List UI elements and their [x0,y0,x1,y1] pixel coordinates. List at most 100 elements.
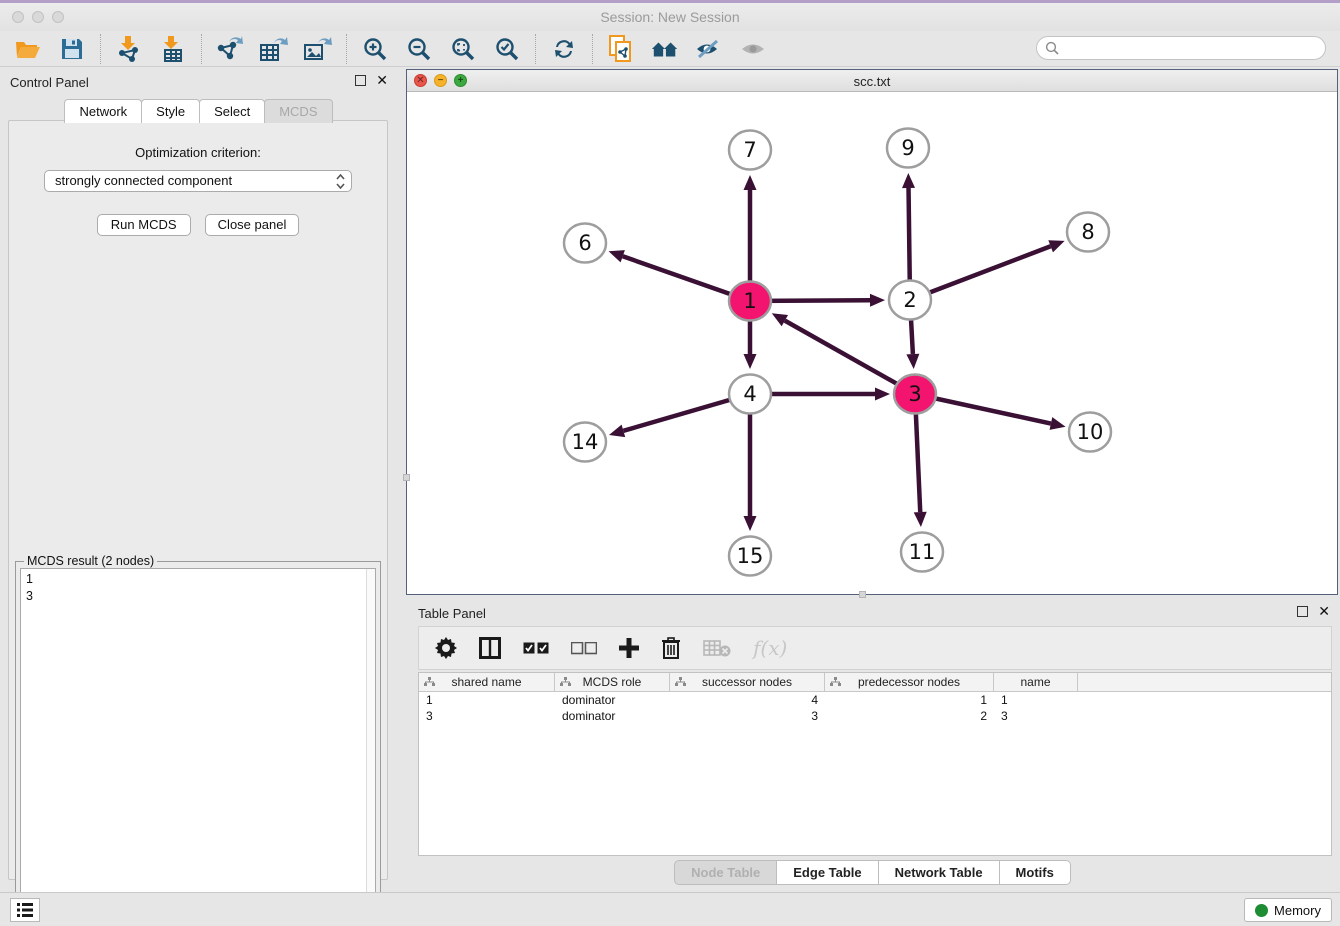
show-all-icon [739,35,767,63]
tab-style[interactable]: Style [141,99,200,123]
run-mcds-button[interactable]: Run MCDS [97,214,191,236]
graph-node-label-9: 9 [901,136,914,160]
tab-network-table[interactable]: Network Table [878,860,1000,885]
network-window-titlebar[interactable]: ✕ − + scc.txt [407,70,1337,92]
search-box[interactable] [1036,36,1326,60]
select-all-columns-icon[interactable] [523,642,549,655]
column-label: successor nodes [702,675,792,689]
tab-network[interactable]: Network [64,99,142,123]
window-resize-grip-bottom[interactable] [859,591,866,598]
cell[interactable]: 3 [419,708,555,724]
search-input[interactable] [1059,38,1325,58]
cell[interactable]: 4 [670,692,825,708]
control-panel-title: Control Panel [10,75,89,90]
save-session-icon[interactable] [58,35,86,63]
export-network-icon[interactable] [216,35,244,63]
export-table-icon[interactable] [260,35,288,63]
duplicate-network-icon[interactable] [607,35,635,63]
export-image-icon[interactable] [304,35,332,63]
cell[interactable]: 1 [994,692,1078,708]
edge-3-1[interactable] [785,321,915,394]
tab-edge-table[interactable]: Edge Table [776,860,878,885]
float-table-panel-icon[interactable] [1297,606,1308,617]
import-network-icon[interactable] [115,35,143,63]
column-header-MCDS-role[interactable]: MCDS role [555,673,670,691]
network-graph[interactable]: 7968124314101511 [407,92,1337,594]
zoom-fit-icon[interactable] [449,35,477,63]
first-neighbors-icon[interactable] [651,35,679,63]
memory-label: Memory [1274,903,1321,918]
graph-node-label-8: 8 [1081,220,1094,244]
graph-node-label-10: 10 [1077,420,1104,444]
delete-table-icon [703,639,731,657]
main-toolbar [0,31,1340,67]
zoom-out-icon[interactable] [405,35,433,63]
edge-arrowhead-1-2 [870,294,885,307]
deselect-all-columns-icon[interactable] [571,642,597,655]
table-row-1[interactable]: 1dominator411 [419,692,1331,708]
close-table-panel-icon[interactable]: ✕ [1318,606,1330,617]
window-resize-grip-left[interactable] [403,474,410,481]
edge-arrowhead-2-3 [906,354,919,369]
open-file-icon[interactable] [14,35,42,63]
mcds-result-list[interactable]: 1 3 [20,568,376,926]
close-panel-icon[interactable]: ✕ [376,75,388,86]
cell[interactable]: 3 [994,708,1078,724]
control-panel-tabs: NetworkStyleSelectMCDS [0,99,396,123]
node-table[interactable]: shared name MCDS role successor nodes prede… [418,672,1332,856]
control-panel: Control Panel ✕ NetworkStyleSelectMCDS O… [0,69,396,885]
edge-arrowhead-3-11 [914,512,927,527]
edge-2-8[interactable] [910,246,1051,300]
table-row-2[interactable]: 3dominator323 [419,708,1331,724]
column-view-icon[interactable] [479,637,501,659]
tab-select[interactable]: Select [199,99,265,123]
cell[interactable]: dominator [555,692,670,708]
column-label: name [1020,675,1050,689]
refresh-icon[interactable] [550,35,578,63]
close-panel-button[interactable]: Close panel [205,214,300,236]
table-panel-tabs: Node TableEdge TableNetwork TableMotifs [406,860,1338,885]
graph-node-label-11: 11 [909,540,936,564]
cell[interactable]: 1 [825,692,994,708]
graph-node-label-14: 14 [572,430,599,454]
table-panel-title: Table Panel [418,606,486,621]
edge-arrowhead-4-3 [875,388,890,401]
column-header-predecessor-nodes[interactable]: predecessor nodes [825,673,994,691]
edge-arrowhead-4-14 [609,425,625,437]
edge-arrowhead-2-9 [902,173,915,188]
add-column-icon[interactable] [619,638,639,658]
table-body: 1dominator4113dominator323 [419,692,1331,724]
edge-arrowhead-2-8 [1048,240,1064,252]
zoom-selected-icon[interactable] [493,35,521,63]
tab-motifs[interactable]: Motifs [999,860,1071,885]
edge-arrowhead-1-6 [609,250,625,262]
cell[interactable]: dominator [555,708,670,724]
hide-selected-icon[interactable] [695,35,723,63]
criterion-dropdown[interactable]: strongly connected component [44,170,352,192]
graph-node-label-1: 1 [743,289,756,313]
result-scrollbar[interactable] [366,569,375,926]
hierarchy-icon [675,677,686,687]
optimization-criterion-label: Optimization criterion: [9,145,387,160]
edge-arrowhead-3-10 [1050,417,1066,430]
column-header-name[interactable]: name [994,673,1078,691]
tab-node-table[interactable]: Node Table [674,860,777,885]
table-list-icon[interactable] [10,898,40,922]
cell[interactable]: 3 [670,708,825,724]
float-panel-icon[interactable] [355,75,366,86]
cell[interactable]: 2 [825,708,994,724]
memory-button[interactable]: Memory [1244,898,1332,922]
cell[interactable]: 1 [419,692,555,708]
import-table-icon[interactable] [159,35,187,63]
column-label: shared name [451,675,521,689]
table-settings-icon[interactable] [435,637,457,659]
network-title: scc.txt [407,74,1337,89]
hierarchy-icon [560,677,571,687]
zoom-in-icon[interactable] [361,35,389,63]
delete-column-icon[interactable] [661,637,681,659]
column-header-successor-nodes[interactable]: successor nodes [670,673,825,691]
network-canvas[interactable]: 7968124314101511 [407,92,1337,594]
tab-mcds[interactable]: MCDS [264,99,332,123]
column-header-shared-name[interactable]: shared name [419,673,555,691]
mcds-result-group: MCDS result (2 nodes) 1 3 [15,561,381,926]
